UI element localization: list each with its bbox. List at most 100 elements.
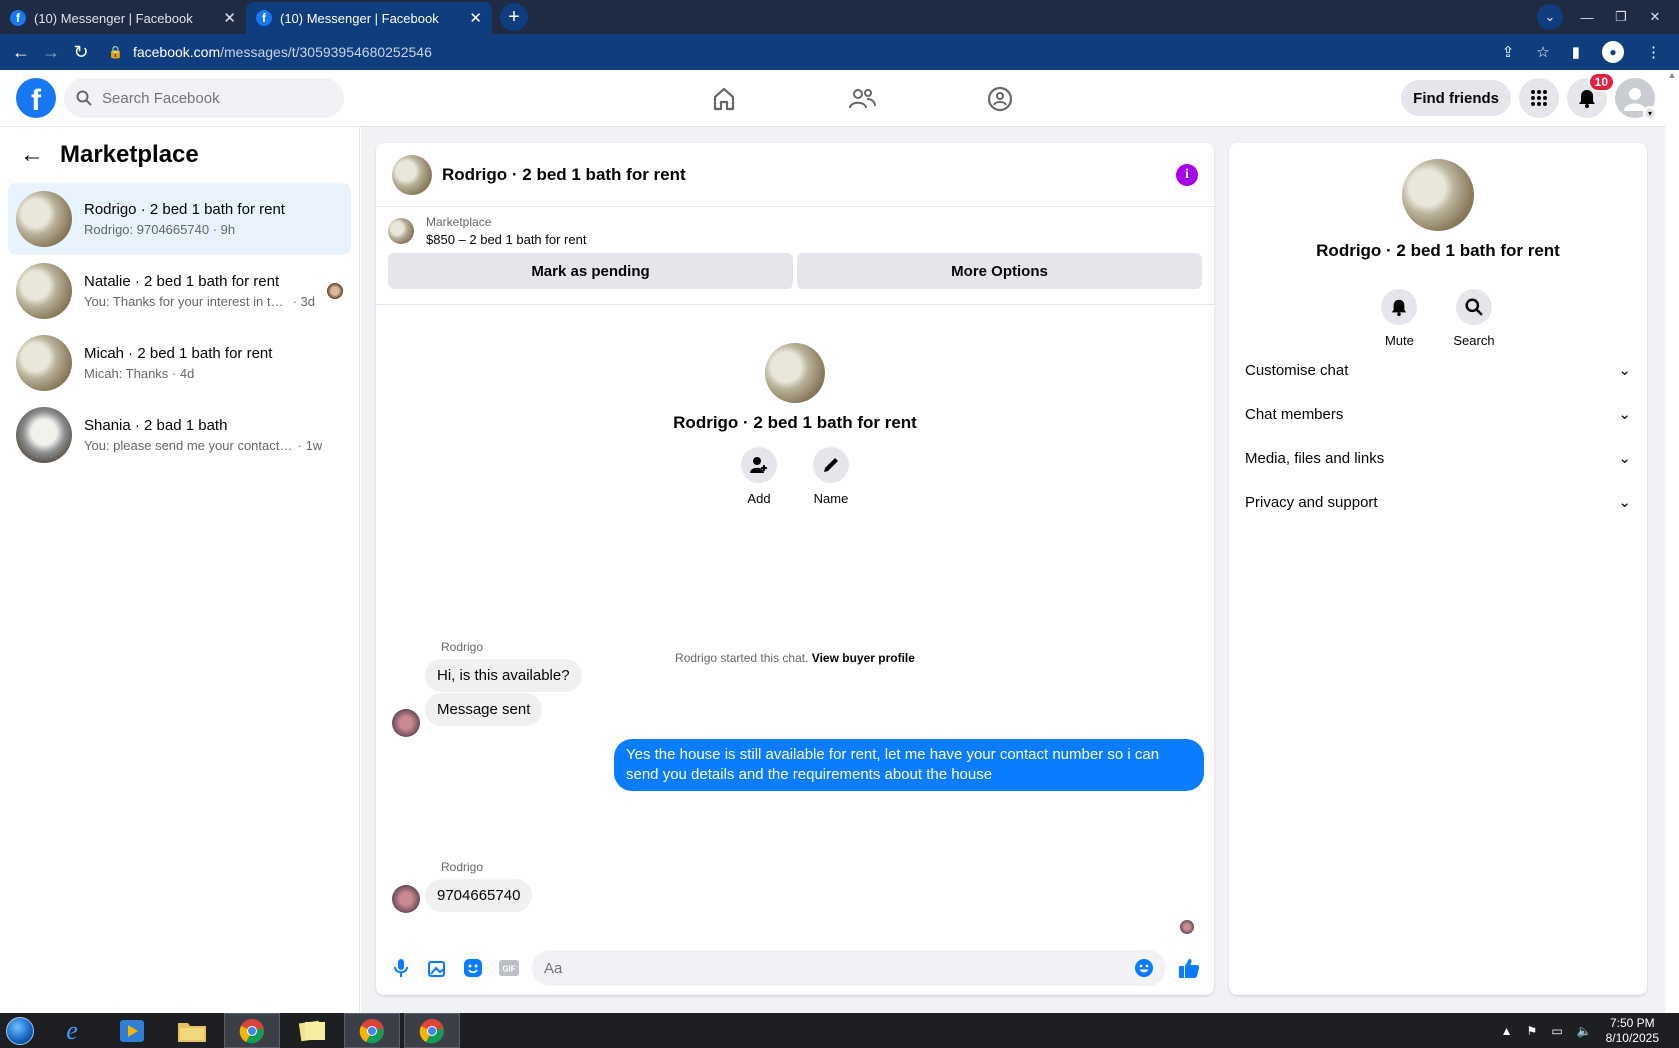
sticky-notes-icon [298,1020,325,1041]
new-tab-button[interactable]: + [500,3,528,31]
started-text: Rodrigo started this chat. [675,651,809,665]
reload-icon[interactable]: ↻ [66,42,96,63]
search-label: Search [1453,333,1495,348]
sticker-icon[interactable] [460,955,486,981]
conversation-item-micah[interactable]: Micah · 2 bed 1 bath for rent Micah: Tha… [8,327,351,399]
message-input-box[interactable] [532,950,1166,986]
microphone-icon[interactable] [388,955,414,981]
add-person-icon [750,457,767,473]
taskbar-sticky-notes[interactable] [284,1013,340,1048]
emoji-icon[interactable] [1134,958,1154,978]
search-bar[interactable] [64,78,344,118]
name-chat-button[interactable]: Name [813,447,849,506]
listing-thumbnail[interactable] [388,218,414,244]
mute-button[interactable]: Mute [1381,289,1418,348]
close-tab-icon[interactable]: ✕ [223,9,236,27]
message-bubble[interactable]: 9704665740 [425,879,533,912]
section-label: Media, files and links [1245,449,1385,467]
add-people-button[interactable]: Add [741,447,777,506]
share-icon[interactable]: ⇪ [1502,43,1515,61]
system-tray: ▲ ⚑ ▭ 🔈 7:50 PM 8/10/2025 [1501,1013,1679,1048]
network-icon[interactable]: ▭ [1551,1024,1562,1038]
back-arrow-icon[interactable]: ← [20,141,44,169]
close-window-icon[interactable]: ✕ [1645,9,1665,25]
nav-groups[interactable] [931,70,1069,127]
message-bubble[interactable]: Message sent [425,693,543,726]
restore-icon[interactable]: ❐ [1611,9,1631,25]
taskbar-internet-explorer[interactable]: e [44,1013,100,1048]
page-scrollbar[interactable]: ▲ [1665,70,1679,1013]
search-input[interactable] [102,89,322,107]
photo-icon[interactable] [424,955,450,981]
scroll-up-icon[interactable]: ▲ [1665,70,1679,80]
volume-icon[interactable]: 🔈 [1577,1024,1592,1038]
chat-avatar[interactable] [392,154,432,195]
message-sender: Rodrigo [441,640,484,654]
message-sender: Rodrigo [441,860,484,874]
sender-avatar[interactable] [392,885,420,913]
chat-members-section[interactable]: Chat members ⌄ [1229,392,1647,436]
taskbar-chrome[interactable] [224,1013,280,1048]
media-files-links-section[interactable]: Media, files and links ⌄ [1229,436,1647,480]
seen-avatar-icon [327,283,343,299]
browser-tab-active[interactable]: f (10) Messenger | Facebook ✕ [246,2,492,34]
message-bubble[interactable]: Hi, is this available? [425,659,582,692]
notification-badge: 10 [1587,72,1615,92]
listing-summary[interactable]: $850 – 2 bed 1 bath for rent [426,232,586,247]
close-tab-icon[interactable]: ✕ [469,9,482,27]
menu-grid-button[interactable] [1519,78,1559,118]
account-avatar[interactable]: ▾ [1615,78,1657,120]
privacy-support-section[interactable]: Privacy and support ⌄ [1229,480,1647,524]
url-field[interactable]: 🔒 facebook.com/messages/t/30593954680252… [108,44,1502,60]
my-message-bubble[interactable]: Yes the house is still available for ren… [614,739,1204,791]
more-options-button[interactable]: More Options [797,253,1202,289]
taskbar-chrome-profile-2[interactable] [344,1013,400,1048]
taskbar-chrome-profile-3[interactable] [404,1013,460,1048]
sender-avatar[interactable] [392,709,420,737]
search-in-chat-button[interactable]: Search [1453,289,1495,348]
media-player-icon [120,1019,144,1042]
main-nav [655,70,1069,127]
minimize-icon[interactable]: — [1577,10,1597,25]
chat-panel: Rodrigo · 2 bed 1 bath for rent i Market… [376,143,1214,995]
browser-profile-icon[interactable]: ● [1602,41,1624,63]
taskbar-media-player[interactable] [104,1013,160,1048]
chat-title[interactable]: Rodrigo · 2 bed 1 bath for rent [442,165,1166,185]
browser-tab[interactable]: f (10) Messenger | Facebook ✕ [0,2,246,34]
mark-as-pending-button[interactable]: Mark as pending [388,253,793,289]
taskbar-file-explorer[interactable] [164,1013,220,1048]
forward-icon[interactable]: → [36,42,66,63]
nav-friends[interactable] [793,70,931,127]
conversation-preview: Rodrigo: 9704665740 [84,222,210,237]
marketplace-sidebar: ← Marketplace Rodrigo · 2 bed 1 bath for… [0,127,360,1013]
message-input[interactable] [544,959,1044,977]
conversation-item-natalie[interactable]: Natalie · 2 bed 1 bath for rent You: Tha… [8,255,351,327]
customise-chat-section[interactable]: Customise chat ⌄ [1229,348,1647,392]
gif-icon[interactable]: GIF [496,955,522,981]
conversation-item-shania[interactable]: Shania · 2 bad 1 bath You: please send m… [8,399,351,471]
notifications-button[interactable]: 10 [1567,72,1615,118]
bookmark-star-icon[interactable]: ☆ [1536,43,1549,61]
start-button[interactable] [0,1013,40,1048]
listing-thumbnail [16,191,72,247]
chrome-icon [239,1018,264,1043]
side-panel-icon[interactable]: ▮ [1572,43,1580,61]
chrome-icon [359,1018,384,1043]
search-icon [76,90,92,106]
nav-home[interactable] [655,70,793,127]
tab-search-icon[interactable]: ⌄ [1537,4,1563,30]
info-icon[interactable]: i [1176,163,1198,186]
conversation-item-rodrigo[interactable]: Rodrigo · 2 bed 1 bath for rent Rodrigo:… [8,183,351,255]
find-friends-button[interactable]: Find friends [1401,80,1511,116]
conversation-preview: You: Thanks for your interest in the... [84,294,289,309]
view-buyer-profile-link[interactable]: View buyer profile [812,651,915,665]
back-icon[interactable]: ← [6,42,36,63]
browser-menu-icon[interactable]: ⋮ [1646,43,1661,61]
section-label: Customise chat [1245,361,1349,379]
show-hidden-icons-icon[interactable]: ▲ [1501,1024,1513,1038]
system-clock[interactable]: 7:50 PM 8/10/2025 [1606,1016,1659,1046]
listing-thumbnail [16,407,72,463]
action-center-flag-icon[interactable]: ⚑ [1527,1024,1538,1038]
thumbs-up-icon[interactable] [1176,955,1202,981]
facebook-logo-icon[interactable]: f [16,78,56,118]
